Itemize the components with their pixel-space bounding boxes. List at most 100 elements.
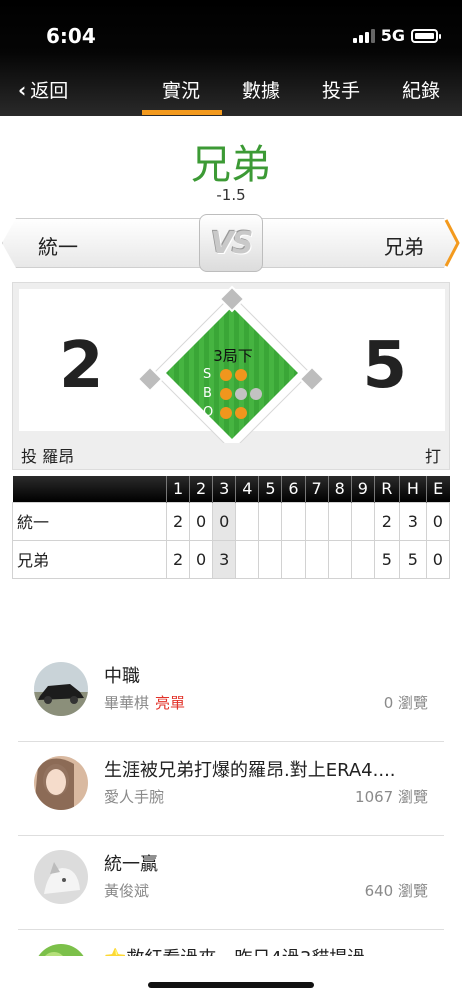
score-cell: 3: [212, 539, 237, 579]
ball-dot: [235, 387, 247, 400]
away-score: 2: [59, 329, 104, 403]
strike-dot: [220, 368, 232, 381]
score-cell: [350, 539, 375, 579]
person-photo-icon: [34, 756, 88, 810]
header-cell: 8: [327, 476, 352, 502]
status-time: 6:04: [46, 24, 96, 48]
home-indicator[interactable]: [148, 982, 314, 988]
post-author: 畢華棋 亮單: [104, 692, 185, 713]
ball-count: B: [203, 386, 262, 401]
score-cell: [235, 539, 260, 579]
score-cell: [327, 539, 352, 579]
active-tab-indicator: [142, 110, 222, 115]
ball-dot: [250, 387, 262, 400]
hits-cell: 3: [398, 501, 427, 541]
post-author: 黃俊斌: [104, 880, 149, 901]
post-title: 生涯被兄弟打爆的羅昂.對上ERA4....: [104, 760, 396, 781]
out-count: O: [203, 405, 247, 420]
score-cell: 0: [189, 501, 214, 541]
score-cell: [258, 539, 283, 579]
post-views: 0 瀏覽: [383, 694, 428, 712]
team-cell: 統一: [12, 501, 167, 541]
header-cell: 3: [212, 476, 236, 502]
tab-stats[interactable]: 數據: [242, 76, 280, 103]
header-cell: 7: [304, 476, 329, 502]
list-item[interactable]: 生涯被兄弟打爆的羅昂.對上ERA4.... 愛人手腕 1067 瀏覽: [18, 742, 444, 836]
header-cell: 9: [350, 476, 375, 502]
post-author: 愛人手腕: [104, 786, 164, 807]
ball-letter: B: [203, 386, 212, 401]
score-cell: [281, 539, 306, 579]
signal-icon: [352, 28, 375, 43]
table-row: 統一 2 0 0 2 3 0: [12, 501, 451, 541]
table-row: 兄弟 2 0 3 5 5 0: [12, 539, 451, 579]
out-letter: O: [203, 405, 214, 420]
post-tag: 亮單: [155, 694, 186, 712]
post-title: 統一贏: [104, 854, 158, 875]
top-header: 6:04 5G ‹ 返回 實況 數據 投手 紀錄: [0, 0, 462, 116]
battery-icon: [411, 28, 441, 43]
line-score-header: 1 2 3 4 5 6 7 8 9 R H E: [12, 476, 450, 502]
score-cell: [304, 501, 329, 541]
tab-pitcher[interactable]: 投手: [322, 76, 360, 103]
chevron-left-icon: ‹: [18, 77, 27, 102]
author-name: 黃俊斌: [104, 882, 150, 900]
score-cell: [258, 501, 283, 541]
vs-bar: 統一 兄弟 VS: [0, 214, 462, 272]
list-item[interactable]: 中職 畢華棋 亮單 0 瀏覽: [18, 648, 444, 742]
inning-label: 3局下: [213, 347, 253, 365]
line-score-table: 1 2 3 4 5 6 7 8 9 R H E 統一 2 0 0 2 3 0 兄…: [12, 476, 451, 579]
tab-live[interactable]: 實況: [162, 76, 200, 103]
header-cell: 1: [165, 476, 190, 502]
bottom-safe-area: [0, 956, 462, 1000]
post-views: 1067 瀏覽: [355, 788, 428, 806]
author-name: 愛人手腕: [104, 788, 165, 806]
score-cell: 2: [165, 539, 191, 579]
score-cell: [304, 539, 329, 579]
back-button[interactable]: ‹ 返回: [18, 76, 68, 103]
out-dot: [235, 406, 247, 419]
score-cell: [350, 501, 375, 541]
back-label: 返回: [30, 80, 69, 102]
team-cell: 兄弟: [12, 539, 167, 579]
score-cell: 0: [212, 501, 237, 541]
author-name: 畢華棋: [104, 694, 150, 712]
ball-dot: [220, 387, 232, 400]
strike-letter: S: [203, 367, 212, 382]
errors-cell: 0: [425, 501, 451, 541]
away-team-box[interactable]: [2, 218, 202, 268]
home-team-arrow-icon: [444, 219, 460, 267]
status-icons: 5G: [352, 26, 441, 45]
dog-photo-icon: [34, 850, 88, 904]
spread-value: -1.5: [216, 186, 246, 204]
strike-dot: [235, 368, 247, 381]
score-cell: [281, 501, 306, 541]
header-cell: E: [425, 476, 450, 502]
pitcher-label: 投 羅昂: [21, 447, 75, 466]
runs-cell: 2: [373, 501, 400, 541]
home-team-name: 兄弟: [384, 235, 424, 259]
post-title: 中職: [104, 666, 140, 687]
errors-cell: 0: [425, 539, 451, 579]
hits-cell: 5: [398, 539, 427, 579]
post-views: 640 瀏覽: [364, 882, 428, 900]
batter-label: 打: [424, 447, 441, 466]
header-cell: 2: [189, 476, 213, 502]
score-cell: 2: [165, 501, 191, 541]
car-photo-icon: [34, 662, 88, 716]
list-item[interactable]: 統一贏 黃俊斌 640 瀏覽: [18, 836, 444, 930]
header-cell: 5: [258, 476, 282, 502]
network-label: 5G: [380, 26, 405, 45]
away-team-name: 統一: [38, 235, 78, 259]
header-cell: 6: [281, 476, 306, 502]
home-team-box[interactable]: [260, 218, 458, 268]
vs-badge: VS: [199, 214, 263, 272]
header-cell: 4: [235, 476, 259, 502]
header-cell: [12, 476, 167, 502]
header-cell: R: [373, 476, 400, 502]
score-cell: [235, 501, 260, 541]
score-cell: [327, 501, 352, 541]
tab-record[interactable]: 紀錄: [402, 76, 440, 103]
out-dot: [220, 406, 232, 419]
leading-team-title: 兄弟: [191, 142, 271, 188]
